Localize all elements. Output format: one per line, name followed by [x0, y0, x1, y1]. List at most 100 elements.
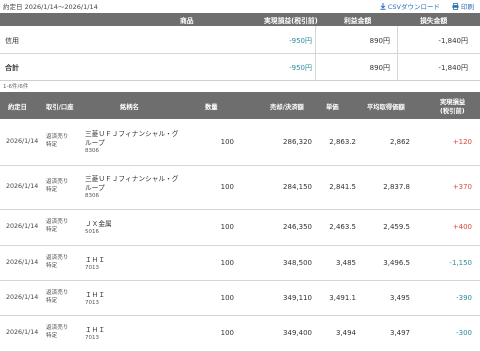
- row-qty: 100: [220, 183, 234, 191]
- row-price: 3,491.1: [329, 294, 356, 302]
- row-stock-code: 5016: [85, 229, 99, 235]
- summary-total-row: 合計 -950円 890円 -1,840円: [0, 54, 480, 81]
- table-row: 2026/1/14 返済売り特定 ＩＨＩ 7013 100 349,110 3,491.1 3…: [0, 281, 480, 316]
- summary-header-realized: 実現損益(税引前): [264, 17, 318, 25]
- table-row: 2026/1/14 返済売り 特定 ＪＸ金属 5016 100 246,350 2,463.5…: [0, 210, 480, 246]
- row-stock-code: 8306: [85, 193, 99, 199]
- summary-row-profit: 890円: [369, 37, 390, 45]
- printer-icon: [452, 2, 459, 10]
- csv-download-label: CSVダウンロード: [387, 3, 440, 11]
- row-stock-name-cont[interactable]: ループ: [85, 139, 105, 148]
- row-avg-price: 2,459.5: [383, 223, 410, 231]
- row-qty: 100: [220, 294, 234, 302]
- row-stock-name-cont[interactable]: ループ: [85, 184, 105, 193]
- row-avg-price: 3,497: [389, 329, 410, 337]
- summary-total-loss: -1,840円: [438, 64, 468, 72]
- row-kind: 返済売り: [46, 219, 69, 225]
- row-amount: 348,500: [283, 259, 312, 267]
- summary-header-loss: 損失金額: [420, 17, 448, 25]
- print-link[interactable]: 印刷: [452, 1, 474, 11]
- row-stock-name[interactable]: ＩＨＩ: [85, 291, 105, 300]
- row-account: 特定: [46, 142, 58, 148]
- col-header-price: 単価: [326, 104, 339, 111]
- row-kind: 返済売り: [46, 290, 69, 296]
- row-realized-pl: -300: [456, 329, 472, 337]
- table-row: 2026/1/14 返済売り特定 三菱ＵＦＪフィナンシャル・グ ループ 8306 100 2…: [0, 119, 480, 166]
- table-row: 2026/1/14 返済売り特定 ＩＨＩ 7013 100 348,500 3,485 3,4…: [0, 246, 480, 281]
- row-stock-code: 7013: [85, 265, 99, 271]
- col-header-amount: 売却/決済額: [270, 104, 304, 111]
- row-date: 2026/1/14: [6, 259, 39, 266]
- summary-total-profit: 890円: [369, 64, 390, 72]
- row-qty: 100: [220, 259, 234, 267]
- row-realized-pl: -390: [456, 294, 472, 302]
- row-account: 特定: [46, 333, 58, 339]
- row-amount: 286,320: [283, 138, 312, 146]
- summary-row-margin: 信用 -950円 890円 -1,840円: [0, 26, 480, 54]
- row-qty: 100: [220, 138, 234, 146]
- row-account: 特定: [46, 298, 58, 304]
- summary-header: 商品 実現損益(税引前) 利益金額 損失金額: [0, 13, 480, 26]
- row-realized-pl: +370: [452, 183, 472, 191]
- row-avg-price: 3,495: [389, 294, 410, 302]
- row-amount: 284,150: [283, 183, 312, 191]
- summary-header-profit: 利益金額: [344, 17, 372, 25]
- row-stock-code: 8306: [85, 148, 99, 154]
- table-row: 2026/1/14 返済売り特定 ＩＨＩ 7013 100 349,400 3,494 3,4…: [0, 316, 480, 352]
- row-stock-code: 7013: [85, 300, 99, 306]
- row-stock-code: 7013: [85, 335, 99, 341]
- row-price: 2,841.5: [329, 183, 356, 191]
- row-stock-name[interactable]: ＪＸ金属: [85, 220, 112, 229]
- period-label: 約定日 2026/1/14〜2026/1/14: [3, 3, 98, 11]
- row-kind: 返済売り: [46, 179, 69, 185]
- row-stock-name[interactable]: ＩＨＩ: [85, 256, 105, 265]
- row-date: 2026/1/14: [6, 294, 39, 301]
- csv-download-link[interactable]: CSVダウンロード: [380, 1, 440, 11]
- row-account: 特定: [46, 187, 58, 193]
- result-count: 1-6件/6件: [3, 84, 29, 90]
- col-header-name: 銘柄名: [120, 104, 139, 111]
- print-label: 印刷: [461, 3, 474, 11]
- row-amount: 246,350: [283, 223, 312, 231]
- row-avg-price: 2,837.8: [383, 183, 410, 191]
- row-avg-price: 3,496.5: [383, 259, 410, 267]
- summary-row-label: 信用: [5, 37, 19, 45]
- row-amount: 349,400: [283, 329, 312, 337]
- col-header-avg: 平均取得価額: [367, 104, 405, 111]
- row-qty: 100: [220, 329, 234, 337]
- summary-row-realized: -950円: [289, 37, 312, 45]
- summary-header-product: 商品: [180, 17, 194, 25]
- summary-total-label: 合計: [5, 64, 19, 72]
- row-kind: 返済売り: [46, 255, 69, 261]
- row-account: 特定: [46, 263, 58, 269]
- detail-header: 約定日 取引/口座 銘柄名 数量 売却/決済額 単価 平均取得価額 実現損益 (…: [0, 92, 480, 119]
- row-date: 2026/1/14: [6, 329, 39, 336]
- row-date: 2026/1/14: [6, 138, 39, 145]
- col-header-qty: 数量: [205, 104, 218, 111]
- summary-total-realized: -950円: [289, 64, 312, 72]
- row-stock-name[interactable]: 三菱ＵＦＪフィナンシャル・グ: [85, 130, 179, 139]
- row-realized-pl: +400: [452, 223, 472, 231]
- row-avg-price: 2,862: [389, 138, 410, 146]
- row-account: 特定: [46, 227, 58, 233]
- row-kind: 返済売り: [46, 325, 69, 331]
- row-date: 2026/1/14: [6, 223, 39, 230]
- row-date: 2026/1/14: [6, 183, 39, 190]
- row-kind: 返済売り: [46, 134, 69, 140]
- table-row: 2026/1/14 返済売り特定 三菱ＵＦＪフィナンシャル・グ ループ 8306 100 2…: [0, 166, 480, 210]
- row-realized-pl: -1,150: [449, 259, 472, 267]
- row-price: 3,494: [335, 329, 356, 337]
- col-header-kind: 取引/口座: [46, 104, 74, 111]
- row-stock-name[interactable]: ＩＨＩ: [85, 326, 105, 335]
- row-stock-name[interactable]: 三菱ＵＦＪフィナンシャル・グ: [85, 175, 179, 184]
- top-bar: 約定日 2026/1/14〜2026/1/14 CSVダウンロード 印刷: [0, 0, 480, 11]
- row-price: 3,485: [335, 259, 356, 267]
- action-links: CSVダウンロード 印刷: [380, 1, 474, 11]
- col-header-pl-sub: (税引前): [440, 108, 465, 115]
- row-amount: 349,110: [283, 294, 312, 302]
- row-realized-pl: +120: [452, 138, 472, 146]
- col-header-pl: 実現損益: [440, 99, 466, 106]
- summary-row-loss: -1,840円: [438, 37, 468, 45]
- download-icon: [380, 2, 386, 10]
- row-qty: 100: [220, 223, 234, 231]
